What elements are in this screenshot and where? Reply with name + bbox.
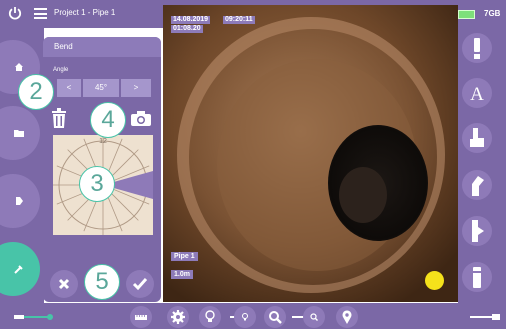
date-overlay: 14.08.2019 [171, 16, 211, 24]
check-icon [132, 278, 148, 291]
position-marker[interactable] [425, 271, 444, 290]
location-button[interactable] [336, 306, 358, 328]
light-bright-icon [205, 310, 215, 322]
pipe-end-icon [473, 267, 481, 288]
tag-button[interactable] [0, 174, 40, 228]
trash-icon[interactable] [51, 108, 67, 128]
svg-text:A: A [470, 84, 484, 105]
connection-button[interactable] [462, 123, 492, 153]
callout-2: 2 [18, 74, 54, 110]
zoom-out-button[interactable] [303, 306, 325, 328]
bend-button[interactable] [462, 170, 492, 200]
project-title: Project 1 - Pipe 1 [54, 8, 116, 17]
angle-value: 45° [83, 79, 119, 97]
text-button[interactable]: A [462, 78, 492, 108]
cable-connector-icon [14, 314, 53, 320]
angle-label: Angle [53, 67, 69, 73]
recording-timer: 01:08.20 [171, 25, 203, 33]
exclamation-icon [474, 38, 480, 59]
bend-panel-header: Bend [43, 37, 161, 57]
menu-icon[interactable] [34, 8, 47, 19]
tools-button[interactable] [0, 242, 40, 296]
right-rail: A [458, 28, 506, 303]
callout-3: 3 [79, 166, 115, 202]
pipe-connection-icon [470, 128, 484, 147]
settings-button[interactable] [167, 306, 189, 328]
angle-increase-button[interactable]: > [121, 79, 151, 97]
callout-4: 4 [90, 102, 126, 138]
tag-icon [16, 197, 23, 205]
branch-icon [472, 220, 484, 242]
pipe-end-button[interactable] [462, 262, 492, 292]
light-brighter-button[interactable] [199, 306, 221, 328]
bend-panel-title: Bend [54, 42, 73, 51]
zoom-in-button[interactable] [264, 306, 286, 328]
ruler-icon [135, 315, 147, 320]
measure-button[interactable] [130, 306, 152, 328]
confirm-button[interactable] [126, 270, 154, 298]
camera-view [163, 5, 458, 302]
location-icon [342, 310, 352, 324]
cable-end-icon [470, 314, 500, 320]
folder-icon [14, 130, 24, 137]
storage-indicator: 7GB [484, 9, 501, 18]
pipe-label: Pipe 1 [171, 252, 198, 261]
distance-label: 1.0m [171, 270, 193, 279]
light-dim-icon [242, 313, 248, 321]
zoom-out-icon [310, 313, 318, 321]
dial-top-label: 12 [99, 138, 107, 145]
folder-button[interactable] [0, 106, 40, 160]
bottom-bar [0, 303, 506, 329]
branch-button[interactable] [462, 216, 492, 246]
angle-decrease-button[interactable]: < [57, 79, 81, 97]
time-overlay: 09:20:11 [223, 16, 255, 24]
zoom-in-icon [269, 311, 282, 324]
gear-icon [171, 310, 185, 324]
cancel-button[interactable] [50, 270, 78, 298]
close-icon [58, 278, 70, 290]
tools-icon [14, 265, 23, 274]
pipe-video-feed [163, 5, 458, 302]
camera-icon[interactable] [131, 111, 151, 126]
app-window: Project 1 - Pipe 1 7GB Bend Angle < 45° … [0, 0, 506, 329]
battery-icon [458, 10, 475, 19]
left-rail [0, 28, 44, 303]
home-icon [15, 63, 23, 71]
text-icon: A [470, 84, 484, 105]
power-icon[interactable] [8, 6, 22, 20]
callout-5: 5 [84, 264, 120, 300]
bend-icon [472, 176, 484, 196]
observation-button[interactable] [462, 33, 492, 63]
light-dimmer-button[interactable] [234, 306, 256, 328]
